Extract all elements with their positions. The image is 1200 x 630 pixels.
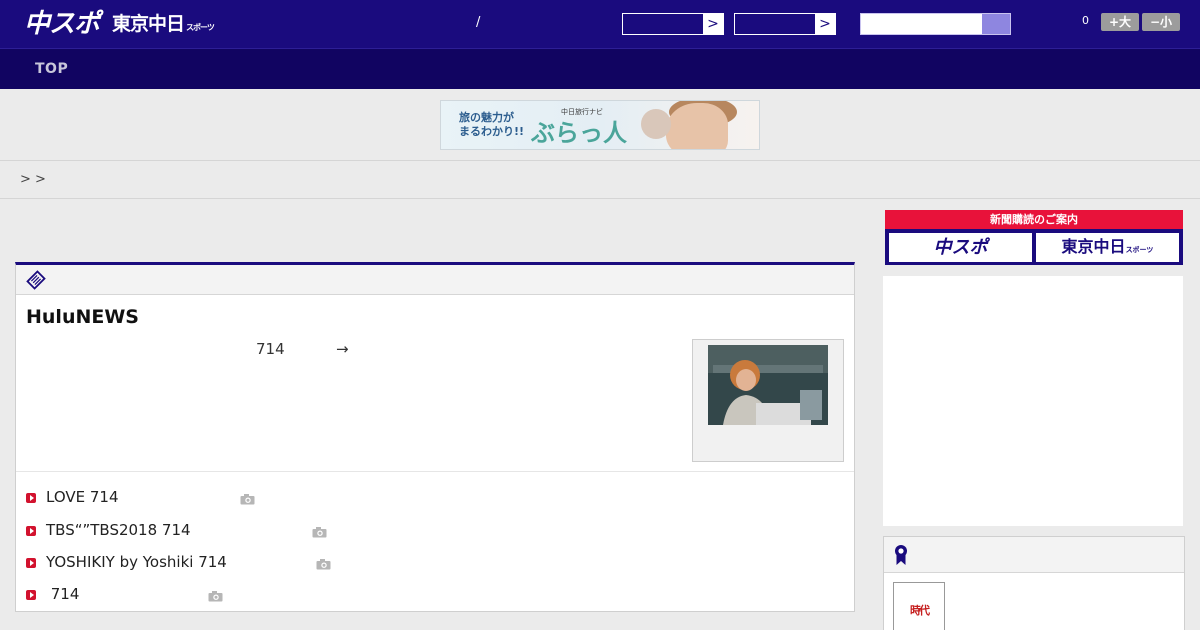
travel-ad-banner[interactable]: 旅の魅力が まるわかり!! 中日旅行ナビ ぶらっ人 (440, 100, 760, 150)
category-select-2[interactable]: > (734, 13, 836, 35)
ad-tagline-line1: 旅の魅力が (459, 111, 514, 124)
ad-photo-shell (641, 109, 671, 139)
font-size-count: 0 (1082, 14, 1089, 27)
ranking-thumb-accent: 代 (919, 604, 930, 617)
news-item[interactable]: TBS“”TBS2018 714 (26, 520, 191, 540)
ad-brand: ぶらっ人 (531, 118, 627, 147)
camera-icon (316, 559, 331, 570)
news-item-text: LOVE 714 (46, 488, 119, 506)
article-lead-arrow: → (336, 340, 349, 358)
article-divider (16, 471, 854, 472)
subscribe-tokyo-small: スポーツ (1125, 246, 1154, 254)
breadcrumb[interactable]: > > (20, 172, 46, 187)
category-select-1[interactable]: > (622, 13, 724, 35)
article-header (16, 265, 854, 295)
ad-photo-face (666, 103, 728, 149)
ranking-thumbnail[interactable]: 時代 (893, 582, 945, 630)
main-nav: TOP (0, 49, 1200, 89)
sidebar-ad-slot[interactable] (883, 276, 1183, 526)
article-lead-number: 714 (256, 340, 285, 358)
ranking-header (884, 537, 1184, 573)
news-item[interactable]: 714 (26, 584, 79, 604)
ranking-thumb-main: 時 (910, 604, 921, 617)
camera-icon (240, 494, 255, 505)
article-thumbnail-frame[interactable] (692, 339, 844, 462)
play-bullet-icon (26, 493, 36, 503)
news-item-text: 714 (46, 585, 80, 603)
ad-tagline: 旅の魅力が まるわかり!! (459, 111, 524, 139)
news-item[interactable]: LOVE 714 (26, 487, 119, 507)
article-photo-image (708, 345, 828, 425)
subscribe-tokyo-button[interactable]: 東京中日スポーツ (1036, 233, 1179, 262)
award-ribbon-icon (895, 545, 907, 565)
article-headline[interactable]: HuluNEWS (26, 306, 139, 328)
article-panel: HuluNEWS 714 → LOVE 714 TBS“”TBS2018 714… (15, 262, 855, 612)
nav-item-top[interactable]: TOP (35, 61, 68, 77)
article-photo[interactable] (708, 345, 828, 425)
ad-tagline-line2: まるわかり!! (459, 125, 525, 138)
site-header: 中スポ 東京中日 スポーツ / > > 0 +大 −小 (0, 0, 1200, 49)
subscribe-chuspo-button[interactable]: 中スポ (889, 233, 1032, 262)
breadcrumb-bar: > > (0, 160, 1200, 199)
header-separator: / (476, 15, 481, 30)
play-bullet-icon (26, 590, 36, 600)
search-button[interactable] (982, 14, 1010, 34)
camera-icon (312, 527, 327, 538)
tokyo-logo-text: 東京中日 (112, 13, 185, 35)
news-item-text: TBS“”TBS2018 714 (46, 521, 191, 539)
subscription-title[interactable]: 新聞購読のご案内 (885, 210, 1183, 229)
search-input[interactable] (860, 13, 1011, 35)
subscribe-tokyo-text: 東京中日 (1061, 237, 1126, 256)
font-smaller-button[interactable]: −小 (1142, 13, 1180, 31)
font-larger-button[interactable]: +大 (1101, 13, 1139, 31)
chuspo-logo[interactable]: 中スポ (24, 8, 100, 40)
chevron-right-icon[interactable]: > (815, 14, 835, 34)
chevron-right-icon[interactable]: > (703, 14, 723, 34)
play-bullet-icon (26, 558, 36, 568)
ticket-icon (26, 270, 46, 290)
subscription-box: 新聞購読のご案内 中スポ 東京中日スポーツ (885, 210, 1183, 265)
camera-icon (208, 591, 223, 602)
ranking-panel: 時代 (883, 536, 1185, 630)
tokyo-chunichi-logo[interactable]: 東京中日 スポーツ (112, 12, 215, 40)
news-item-text: YOSHIKIY by Yoshiki 714 (46, 553, 227, 571)
play-bullet-icon (26, 526, 36, 536)
tokyo-logo-small: スポーツ (186, 23, 215, 32)
news-item[interactable]: YOSHIKIY by Yoshiki 714 (26, 552, 227, 572)
